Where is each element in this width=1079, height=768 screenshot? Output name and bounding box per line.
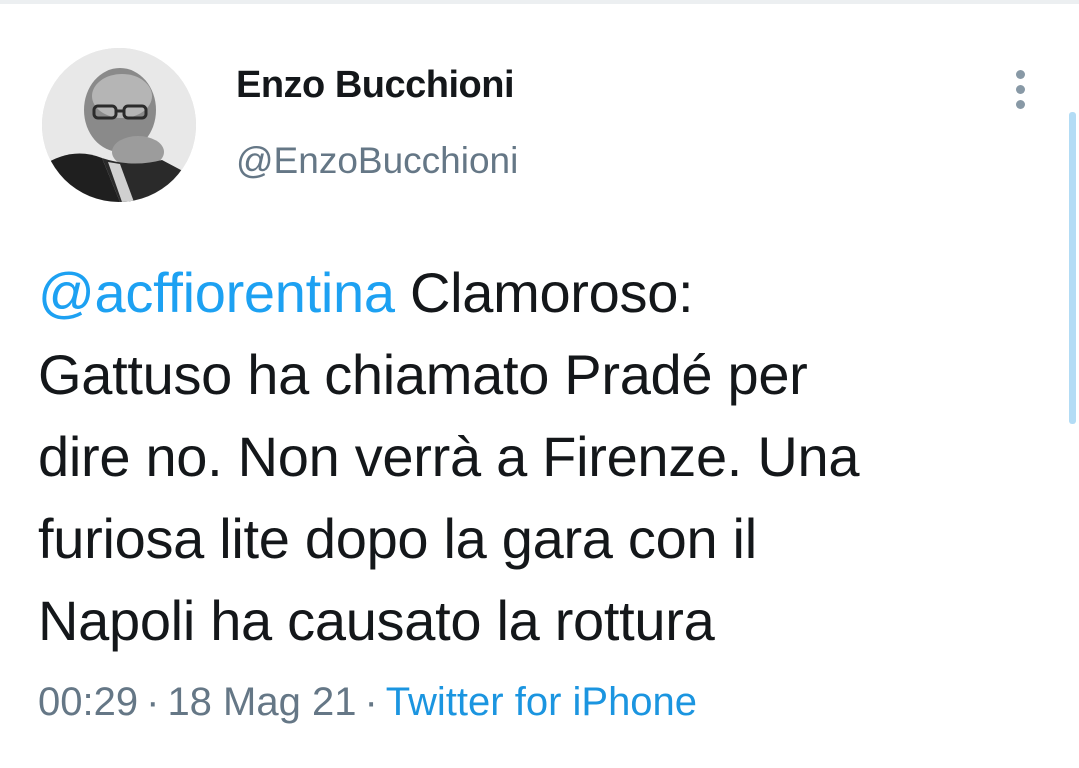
tweet-text-line1: Clamoroso: xyxy=(394,261,694,324)
tweet-text-line2: Gattuso ha chiamato Pradé per xyxy=(38,343,808,406)
scrollbar[interactable] xyxy=(1069,112,1076,424)
tweet-text-line4: furiosa lite dopo la gara con il xyxy=(38,507,757,570)
tweet-text-line3: dire no. Non verrà a Firenze. Una xyxy=(38,425,860,488)
tweet-source-link[interactable]: Twitter for iPhone xyxy=(386,680,697,724)
more-vertical-icon-dot-2 xyxy=(1016,85,1025,94)
tweet-meta: 00:29 · 18 Mag 21 · Twitter for iPhone xyxy=(38,680,697,725)
meta-separator-2: · xyxy=(364,680,378,724)
tweet-text-line5: Napoli ha causato la rottura xyxy=(38,589,715,652)
meta-separator: · xyxy=(146,680,160,724)
tweet-date[interactable]: 18 Mag 21 xyxy=(167,680,356,724)
more-options-button[interactable] xyxy=(1005,66,1035,114)
more-vertical-icon-dot-3 xyxy=(1016,100,1025,109)
tweet-text: @acffiorentina Clamoroso: Gattuso ha chi… xyxy=(38,252,1038,662)
author-display-name[interactable]: Enzo Bucchioni xyxy=(236,64,515,107)
tweet-detail-page: Enzo Bucchioni @EnzoBucchioni @acffioren… xyxy=(0,0,1079,768)
author-handle[interactable]: @EnzoBucchioni xyxy=(236,140,518,182)
tweet-time[interactable]: 00:29 xyxy=(38,680,138,724)
top-divider xyxy=(0,0,1079,4)
profile-photo-icon xyxy=(42,48,196,202)
more-vertical-icon xyxy=(1016,70,1025,79)
mention-link[interactable]: @acffiorentina xyxy=(38,261,395,324)
avatar[interactable] xyxy=(42,48,196,202)
